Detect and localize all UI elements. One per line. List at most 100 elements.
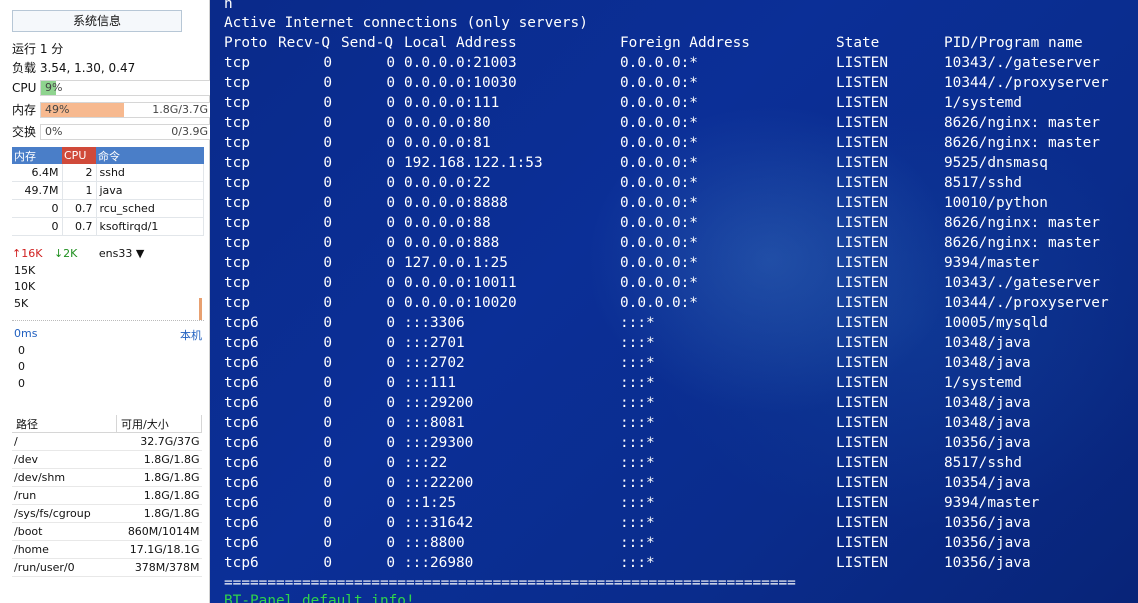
header-free-size[interactable]: 可用/大小 (116, 415, 202, 433)
cell-foreign-address: :::* (620, 535, 655, 551)
process-row[interactable]: 0 0.7 ksoftirqd/1 (12, 217, 204, 236)
cell-state: LISTEN (836, 475, 888, 491)
cell-local-address: :::3306 (404, 315, 465, 331)
cell-foreign-address: 0.0.0.0:* (620, 155, 698, 171)
connection-row: tcp6 0 0:::3306:::* LISTEN 10005/mysqld (224, 313, 1124, 333)
header-memory[interactable]: 内存 (12, 147, 62, 164)
disk-path: /boot (12, 522, 117, 541)
cell-foreign-address: 0.0.0.0:* (620, 255, 698, 271)
latency-value: 0 (18, 360, 25, 373)
cell-pid-program: 10005/mysqld (944, 315, 1048, 331)
cell-recv-q: 0 (323, 215, 332, 231)
cell-local-address: 0.0.0.0:22 (404, 175, 491, 191)
header-command[interactable]: 命令 (96, 147, 204, 164)
col-proto-header: Proto (224, 35, 268, 51)
interface-select[interactable]: ens33 ▼ (99, 247, 144, 260)
cell-proto: tcp (224, 95, 250, 111)
cell-foreign-address: 0.0.0.0:* (620, 115, 698, 131)
cell-proto: tcp6 (224, 475, 259, 491)
cell-pid-program: 8626/nginx: master (944, 235, 1100, 251)
cell-state: LISTEN (836, 195, 888, 211)
process-memory: 49.7M (12, 181, 63, 200)
cell-send-q: 0 (386, 375, 395, 391)
cell-proto: tcp6 (224, 435, 259, 451)
cell-recv-q: 0 (323, 275, 332, 291)
upload-speed: 16K (21, 247, 43, 260)
col-local-address-header: Local Address (404, 35, 517, 51)
cell-recv-q: 0 (323, 335, 332, 351)
cell-local-address: :::26980 (404, 555, 474, 571)
net-scale-15k: 15K (14, 264, 36, 277)
disk-free-size: 1.8G/1.8G (116, 504, 202, 523)
terminal-window[interactable]: n Active Internet connections (only serv… (210, 0, 1138, 603)
cell-foreign-address: 0.0.0.0:* (620, 275, 698, 291)
memory-meter: 内存 49% 1.8G/3.7G (12, 102, 212, 118)
process-row[interactable]: 6.4M 2 sshd (12, 164, 204, 182)
cell-local-address: 0.0.0.0:10011 (404, 275, 517, 291)
cell-recv-q: 0 (323, 55, 332, 71)
cell-send-q: 0 (386, 395, 395, 411)
cell-proto: tcp6 (224, 495, 259, 511)
latency-host[interactable]: 本机 (180, 327, 202, 343)
connection-row: tcp 0 0 192.168.122.1:53 0.0.0.0:* LISTEN 9525… (224, 153, 1124, 173)
connection-row: tcp 0 0 0.0.0.0:10020 0.0.0.0:* LISTEN 10344/.… (224, 293, 1124, 313)
cell-state: LISTEN (836, 495, 888, 511)
disk-row[interactable]: /sys/fs/cgroup 1.8G/1.8G (12, 504, 202, 523)
cell-send-q: 0 (386, 195, 395, 211)
cell-foreign-address: 0.0.0.0:* (620, 215, 698, 231)
cell-recv-q: 0 (323, 495, 332, 511)
system-info-button[interactable]: 系统信息 (12, 10, 182, 32)
cell-send-q: 0 (386, 155, 395, 171)
interface-name: ens33 (98, 247, 133, 260)
cell-state: LISTEN (836, 175, 888, 191)
disk-row[interactable]: /boot 860M/1014M (12, 522, 202, 541)
header-path[interactable]: 路径 (12, 415, 117, 433)
connection-row: tcp6 0 0:::22200:::* LISTEN 10354/java (224, 473, 1124, 493)
cell-pid-program: 8517/sshd (944, 455, 1022, 471)
cell-proto: tcp6 (224, 355, 259, 371)
process-row[interactable]: 0 0.7 rcu_sched (12, 199, 204, 218)
cell-local-address: :::8081 (404, 415, 465, 431)
cell-state: LISTEN (836, 75, 888, 91)
cell-foreign-address: 0.0.0.0:* (620, 175, 698, 191)
cell-local-address: :::2701 (404, 335, 465, 351)
cell-pid-program: 8626/nginx: master (944, 115, 1100, 131)
cell-state: LISTEN (836, 95, 888, 111)
cell-proto: tcp (224, 115, 250, 131)
netstat-header-row: Proto Recv-Q Send-Q Local Address Foreig… (224, 33, 1124, 53)
cell-proto: tcp (224, 155, 250, 171)
process-row[interactable]: 49.7M 1 java (12, 181, 204, 200)
cell-local-address: 0.0.0.0:80 (404, 115, 491, 131)
cell-send-q: 0 (386, 75, 395, 91)
cell-state: LISTEN (836, 335, 888, 351)
memory-percent: 49% (45, 103, 70, 116)
cell-recv-q: 0 (323, 475, 332, 491)
cell-pid-program: 10354/java (944, 475, 1031, 491)
disk-row[interactable]: /dev/shm 1.8G/1.8G (12, 468, 202, 487)
header-cpu[interactable]: CPU (62, 147, 96, 164)
disk-row[interactable]: /run 1.8G/1.8G (12, 486, 202, 505)
disk-row[interactable]: /32.7G/37G (12, 432, 202, 451)
connection-row: tcp 0 0 0.0.0.0:88 0.0.0.0:* LISTEN 8626/nginx… (224, 213, 1124, 233)
cell-proto: tcp (224, 275, 250, 291)
cell-pid-program: 9394/master (944, 495, 1040, 511)
cell-recv-q: 0 (323, 175, 332, 191)
disk-row[interactable]: /dev 1.8G/1.8G (12, 450, 202, 469)
cpu-meter: CPU 9% (12, 80, 212, 96)
cell-state: LISTEN (836, 435, 888, 451)
cell-foreign-address: 0.0.0.0:* (620, 55, 698, 71)
cell-local-address: :::8800 (404, 535, 465, 551)
cell-foreign-address: :::* (620, 395, 655, 411)
connection-row: tcp6 0 0:::22:::* LISTEN 8517/sshd (224, 453, 1124, 473)
connection-row: tcp 0 0 0.0.0.0:8888 0.0.0.0:* LISTEN 10010/py… (224, 193, 1124, 213)
col-state-header: State (836, 35, 880, 51)
net-scale-10k: 10K (14, 280, 36, 293)
cell-foreign-address: :::* (620, 355, 655, 371)
col-foreign-address-header: Foreign Address (620, 35, 750, 51)
disk-free-size: 1.8G/1.8G (116, 450, 202, 469)
disk-row[interactable]: /run/user/0 378M/378M (12, 558, 202, 577)
cell-send-q: 0 (386, 475, 395, 491)
cell-foreign-address: :::* (620, 435, 655, 451)
disk-row[interactable]: /home 17.1G/18.1G (12, 540, 202, 559)
process-cpu: 0.7 (62, 217, 97, 236)
